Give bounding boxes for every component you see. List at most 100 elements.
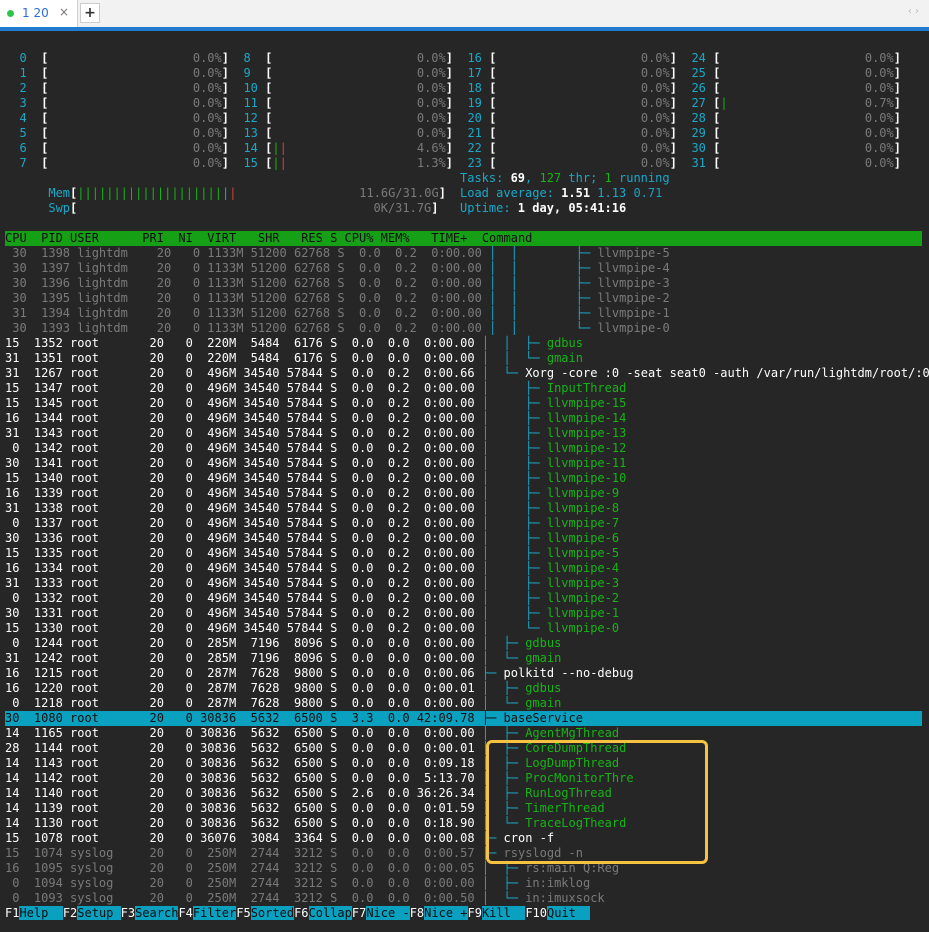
fkey-label[interactable]: Filter <box>192 906 237 920</box>
cpu-meter: 13 [ 0.0%] <box>229 126 453 140</box>
status-dot-icon <box>7 10 14 17</box>
fkey-f7[interactable]: F7 <box>352 906 366 920</box>
process-row[interactable]: 0 1332 root 20 0 496M 34540 57844 S 0.0 … <box>5 591 619 606</box>
cpu-meter: 15 [|| 1.3%] <box>229 156 454 170</box>
fkey-f6[interactable]: F6 <box>294 906 308 920</box>
cpu-meter: 12 [ 0.0%] <box>229 111 453 125</box>
cpu-meter: 4 [ 0.0%] <box>5 111 229 125</box>
fkey-f4[interactable]: F4 <box>178 906 192 920</box>
cpu-meter: 14 [|| 4.6%] <box>229 141 454 155</box>
process-table-header[interactable]: CPU PID USER PRI NI VIRT SHR RES S CPU% … <box>5 231 532 246</box>
process-row[interactable]: 15 1078 root 20 0 36076 3084 3364 S 0.0 … <box>5 831 554 846</box>
cpu-meter: 22 [ 0.0%] <box>453 141 677 155</box>
cpu-meter: 10 [ 0.0%] <box>229 81 453 95</box>
fkey-f2[interactable]: F2 <box>63 906 77 920</box>
cpu-meter: 21 [ 0.0%] <box>453 126 677 140</box>
terminal-tab[interactable]: 1 20 × <box>0 0 78 27</box>
tab-bar: 1 20 × + ‹ › <box>0 0 929 28</box>
fkey-f10[interactable]: F10 <box>525 906 547 920</box>
close-icon[interactable]: × <box>59 5 69 19</box>
process-row[interactable]: 30 1341 root 20 0 496M 34540 57844 S 0.0… <box>5 456 626 471</box>
process-row[interactable]: 30 1080 root 20 0 30836 5632 6500 S 3.3 … <box>5 711 583 726</box>
fkey-f1[interactable]: F1 <box>5 906 19 920</box>
process-row[interactable]: 31 1267 root 20 0 496M 34540 57844 S 0.0… <box>5 366 929 381</box>
tasks-summary: Tasks: 69, 127 thr; 1 running <box>460 171 670 185</box>
process-row[interactable]: 16 1344 root 20 0 496M 34540 57844 S 0.0… <box>5 411 626 426</box>
cpu-meter: 2 [ 0.0%] <box>5 81 229 95</box>
fkey-label[interactable]: Collap <box>308 906 352 920</box>
fkey-label[interactable]: Nice - <box>366 906 410 920</box>
process-row[interactable]: 0 1337 root 20 0 496M 34540 57844 S 0.0 … <box>5 516 619 531</box>
process-row[interactable]: 0 1218 root 20 0 287M 7628 9800 S 0.0 0.… <box>5 696 561 711</box>
process-row[interactable]: 0 1244 root 20 0 285M 7196 8096 S 0.0 0.… <box>5 636 561 651</box>
uptime: Uptime: 1 day, 05:41:16 <box>460 201 627 215</box>
fkey-f5[interactable]: F5 <box>236 906 250 920</box>
highlight-annotation <box>486 740 708 864</box>
cpu-meter: 8 [ 0.0%] <box>229 51 453 65</box>
process-row[interactable]: 15 1345 root 20 0 496M 34540 57844 S 0.0… <box>5 396 626 411</box>
fkey-label[interactable]: Help <box>19 906 63 920</box>
process-row[interactable]: 15 1340 root 20 0 496M 34540 57844 S 0.0… <box>5 471 626 486</box>
process-row[interactable]: 30 1395 lightdm 20 0 1133M 51200 62768 S… <box>5 291 669 306</box>
process-row[interactable]: 0 1093 syslog 20 0 250M 2744 3212 S 0.0 … <box>5 891 604 906</box>
fkey-label[interactable]: Nice + <box>424 906 468 920</box>
swp-line: Swp[ 0K/31.7G] <box>33 201 439 215</box>
cpu-meter: 31 [ 0.0%] <box>677 156 901 170</box>
process-row[interactable]: 16 1334 root 20 0 496M 34540 57844 S 0.0… <box>5 561 619 576</box>
process-row[interactable]: 30 1397 lightdm 20 0 1133M 51200 62768 S… <box>5 261 669 276</box>
cpu-meter: 5 [ 0.0%] <box>5 126 229 140</box>
cpu-meter: 6 [ 0.0%] <box>5 141 229 155</box>
load-average: Load average: 1.51 1.13 0.71 <box>460 186 663 200</box>
process-row[interactable]: 30 1331 root 20 0 496M 34540 57844 S 0.0… <box>5 606 619 621</box>
process-row[interactable]: 31 1394 lightdm 20 0 1133M 51200 62768 S… <box>5 306 669 321</box>
cpu-meter: 17 [ 0.0%] <box>453 66 677 80</box>
cpu-meter: 28 [ 0.0%] <box>677 111 901 125</box>
cpu-meter: 27 [| 0.7%] <box>677 96 902 110</box>
cpu-meter: 7 [ 0.0%] <box>5 156 229 170</box>
process-row[interactable]: 31 1343 root 20 0 496M 34540 57844 S 0.0… <box>5 426 626 441</box>
process-row[interactable]: 31 1351 root 20 0 220M 5484 6176 S 0.0 0… <box>5 351 583 366</box>
process-row[interactable]: 15 1330 root 20 0 496M 34540 57844 S 0.0… <box>5 621 619 636</box>
cpu-meter: 20 [ 0.0%] <box>453 111 677 125</box>
process-row[interactable]: 31 1333 root 20 0 496M 34540 57844 S 0.0… <box>5 576 619 591</box>
fkey-f9[interactable]: F9 <box>468 906 482 920</box>
cpu-meter: 0 [ 0.0%] <box>5 51 229 65</box>
cpu-meter: 26 [ 0.0%] <box>677 81 901 95</box>
process-row[interactable]: 15 1352 root 20 0 220M 5484 6176 S 0.0 0… <box>5 336 583 351</box>
process-row[interactable]: 31 1338 root 20 0 496M 34540 57844 S 0.0… <box>5 501 619 516</box>
process-row[interactable]: 16 1215 root 20 0 287M 7628 9800 S 0.0 0… <box>5 666 634 681</box>
new-tab-button[interactable]: + <box>80 3 100 23</box>
cpu-meter: 3 [ 0.0%] <box>5 96 229 110</box>
cpu-meter: 19 [ 0.0%] <box>453 96 677 110</box>
function-key-bar: F1Help F2Setup F3SearchF4FilterF5SortedF… <box>5 906 591 921</box>
fkey-label[interactable]: Search <box>135 906 179 920</box>
cpu-meter: 16 [ 0.0%] <box>453 51 677 65</box>
fkey-label[interactable]: Quit <box>547 906 591 920</box>
process-row[interactable]: 0 1342 root 20 0 496M 34540 57844 S 0.0 … <box>5 441 626 456</box>
process-row[interactable]: 30 1336 root 20 0 496M 34540 57844 S 0.0… <box>5 531 619 546</box>
process-row[interactable]: 30 1396 lightdm 20 0 1133M 51200 62768 S… <box>5 276 669 291</box>
tab-scroll-arrows-icon[interactable]: ‹ › <box>908 6 919 17</box>
fkey-label[interactable]: Sorted <box>250 906 295 920</box>
swap-meter: Swp[ 0K/31.7G] <box>5 186 438 215</box>
cpu-meter: 1 [ 0.0%] <box>5 66 229 80</box>
cpu-meter: 25 [ 0.0%] <box>677 66 901 80</box>
process-row[interactable]: 31 1242 root 20 0 285M 7196 8096 S 0.0 0… <box>5 651 561 666</box>
fkey-label[interactable]: Kill <box>481 906 526 920</box>
fkey-f3[interactable]: F3 <box>121 906 135 920</box>
process-row[interactable]: 16 1220 root 20 0 287M 7628 9800 S 0.0 0… <box>5 681 561 696</box>
htop-terminal[interactable]: 0 [ 0.0%] 8 [ 0.0%] 16 [ 0.0%] 24 [ 0.0%… <box>0 31 929 932</box>
process-row[interactable]: 0 1094 syslog 20 0 250M 2744 3212 S 0.0 … <box>5 876 590 891</box>
fkey-label[interactable]: Setup <box>77 906 121 920</box>
process-row[interactable]: 30 1393 lightdm 20 0 1133M 51200 62768 S… <box>5 321 669 336</box>
process-row[interactable]: 30 1398 lightdm 20 0 1133M 51200 62768 S… <box>5 246 669 261</box>
cpu-meter: 18 [ 0.0%] <box>453 81 677 95</box>
memory-meter: Mem[|||||||||||||||||||||| 11.6G/31.0G] <box>5 171 446 200</box>
cpu-meter: 30 [ 0.0%] <box>677 141 901 155</box>
process-row[interactable]: 15 1347 root 20 0 496M 34540 57844 S 0.0… <box>5 381 626 396</box>
fkey-f8[interactable]: F8 <box>410 906 424 920</box>
cpu-meter: 23 [ 0.0%] <box>453 156 677 170</box>
process-row[interactable]: 16 1339 root 20 0 496M 34540 57844 S 0.0… <box>5 486 619 501</box>
process-row[interactable]: 14 1165 root 20 0 30836 5632 6500 S 0.0 … <box>5 726 619 741</box>
process-row[interactable]: 15 1335 root 20 0 496M 34540 57844 S 0.0… <box>5 546 619 561</box>
